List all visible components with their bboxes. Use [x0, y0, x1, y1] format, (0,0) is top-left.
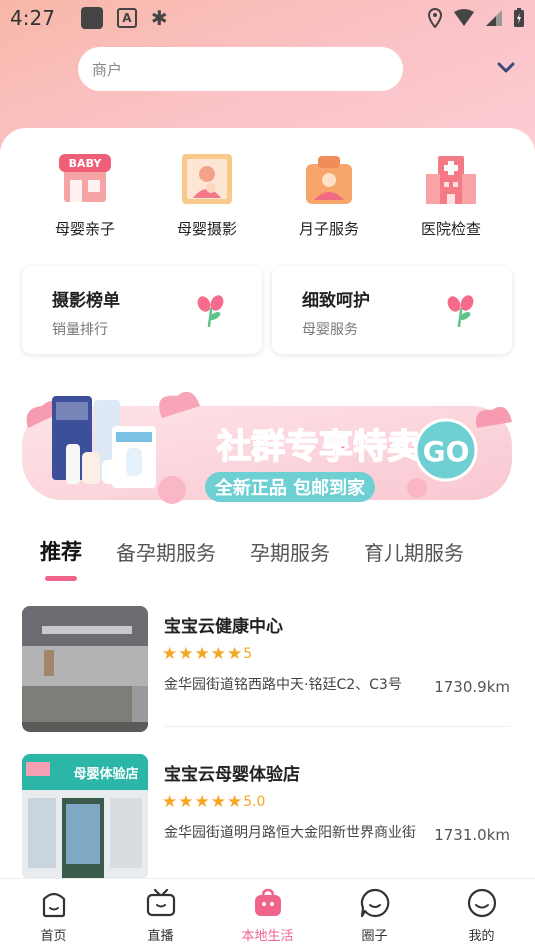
tab-parenting[interactable]: 育儿期服务 [364, 537, 464, 566]
category-label: 月子服务 [298, 220, 359, 238]
store-address: 金华园街道明月路恒大金阳新世界商业街 [164, 825, 416, 841]
tab-recommended[interactable]: 推荐 [40, 536, 82, 566]
store-photo: 母婴体验店 [22, 754, 148, 878]
category-label: 母婴摄影 [176, 220, 237, 238]
chat-circle-icon [360, 888, 389, 918]
baby-store-icon: BABY [59, 154, 111, 202]
tv-icon [146, 888, 175, 917]
category-baby-family[interactable]: BABY 母婴亲子 [24, 150, 146, 250]
notification-bug-icon: ✱ [150, 6, 168, 30]
home-icon [42, 892, 65, 918]
store-rating: ★★★★★ 5.0 [162, 792, 265, 812]
nav-label: 本地生活 [241, 929, 294, 944]
nav-live[interactable]: 直播 [107, 879, 214, 952]
community-sale-banner[interactable]: 社群专享特卖 GO 全新正品 包邮到家 [22, 388, 512, 510]
banner-tagline: 全新正品 包邮到家 [214, 477, 366, 499]
chevron-down-icon[interactable] [494, 58, 518, 78]
search-input[interactable]: 商户 [78, 47, 403, 91]
store-name: 宝宝云母婴体验店 [164, 765, 300, 785]
promo-title: 摄影榜单 [52, 291, 120, 311]
store-photo [22, 606, 148, 732]
rating-value: 5.0 [243, 794, 266, 810]
profile-icon [467, 888, 496, 918]
mother-photo-icon [182, 154, 232, 204]
category-label: 母婴亲子 [54, 220, 115, 238]
store-rating: ★★★★★ 5 [162, 644, 252, 664]
tab-pre-pregnancy[interactable]: 备孕期服务 [116, 537, 216, 566]
banner-go-label: GO [423, 435, 470, 468]
notification-a-icon: A [116, 8, 137, 28]
signal-icon [486, 10, 502, 26]
nav-label: 直播 [147, 929, 174, 944]
store-name: 宝宝云健康中心 [164, 617, 283, 637]
store-address: 金华园街道铭西路中天·铭廷C2、C3号 [164, 677, 402, 693]
flower-icon [447, 295, 474, 328]
category-maternity-service[interactable]: 月子服务 [268, 150, 390, 250]
wifi-icon [454, 9, 474, 26]
promo-title: 细致呵护 [302, 291, 370, 311]
status-time: 4:27 [10, 6, 55, 30]
promo-subtitle: 母婴服务 [302, 322, 358, 338]
hospital-icon [426, 156, 476, 204]
category-label: 医院检查 [420, 220, 481, 238]
battery-icon [514, 8, 524, 27]
star-icons: ★★★★★ [162, 792, 244, 812]
category-hospital-check[interactable]: 医院检查 [390, 150, 512, 250]
nav-label: 我的 [468, 929, 495, 944]
store-sign-text: 母婴体验店 [73, 766, 138, 782]
nav-label: 首页 [40, 929, 67, 944]
banner-headline: 社群专享特卖 [217, 427, 421, 467]
divider [164, 726, 510, 727]
category-baby-photo[interactable]: 母婴摄影 [146, 150, 268, 250]
svg-text:BABY: BABY [69, 157, 103, 170]
maternity-care-icon [306, 156, 352, 204]
search-placeholder: 商户 [92, 60, 123, 79]
promo-subtitle: 销量排行 [52, 322, 108, 338]
nav-local-life[interactable]: 本地生活 [214, 879, 321, 952]
nav-circle[interactable]: 圈子 [321, 879, 428, 952]
store-distance: 1730.9km [434, 678, 510, 696]
tab-pregnancy[interactable]: 孕期服务 [250, 537, 330, 566]
nav-home[interactable]: 首页 [0, 879, 107, 952]
store-list-item[interactable]: 宝宝云健康中心 ★★★★★ 5 金华园街道铭西路中天·铭廷C2、C3号 1730… [22, 606, 512, 732]
promo-card-careful-care[interactable]: 细致呵护 母婴服务 [272, 266, 512, 354]
promo-row: 摄影榜单 销量排行 细致呵护 母婴服务 [22, 266, 513, 354]
store-distance: 1731.0km [434, 826, 510, 844]
service-tabs: 推荐 备孕期服务 孕期服务 育儿期服务 [40, 536, 464, 566]
promo-card-photo-ranking[interactable]: 摄影榜单 销量排行 [22, 266, 262, 354]
notification-app-icon [80, 7, 103, 29]
flower-icon [197, 295, 224, 328]
store-list-item[interactable]: 母婴体验店 宝宝云母婴体验店 ★★★★★ 5.0 金华园街道明月路恒大金阳新世界… [22, 754, 512, 878]
rating-value: 5 [243, 646, 253, 662]
status-bar: 4:27 A ✱ [0, 0, 535, 36]
nav-profile[interactable]: 我的 [428, 879, 535, 952]
bottom-navigation: 首页 直播 本地生活 圈子 我的 [0, 878, 535, 952]
local-life-icon [254, 888, 281, 916]
star-icons: ★★★★★ [162, 644, 244, 664]
location-icon [427, 8, 443, 28]
tab-active-indicator [45, 576, 77, 581]
category-grid: BABY 母婴亲子 母婴摄影 月子服务 医院检查 [0, 150, 535, 250]
nav-label: 圈子 [361, 929, 388, 944]
